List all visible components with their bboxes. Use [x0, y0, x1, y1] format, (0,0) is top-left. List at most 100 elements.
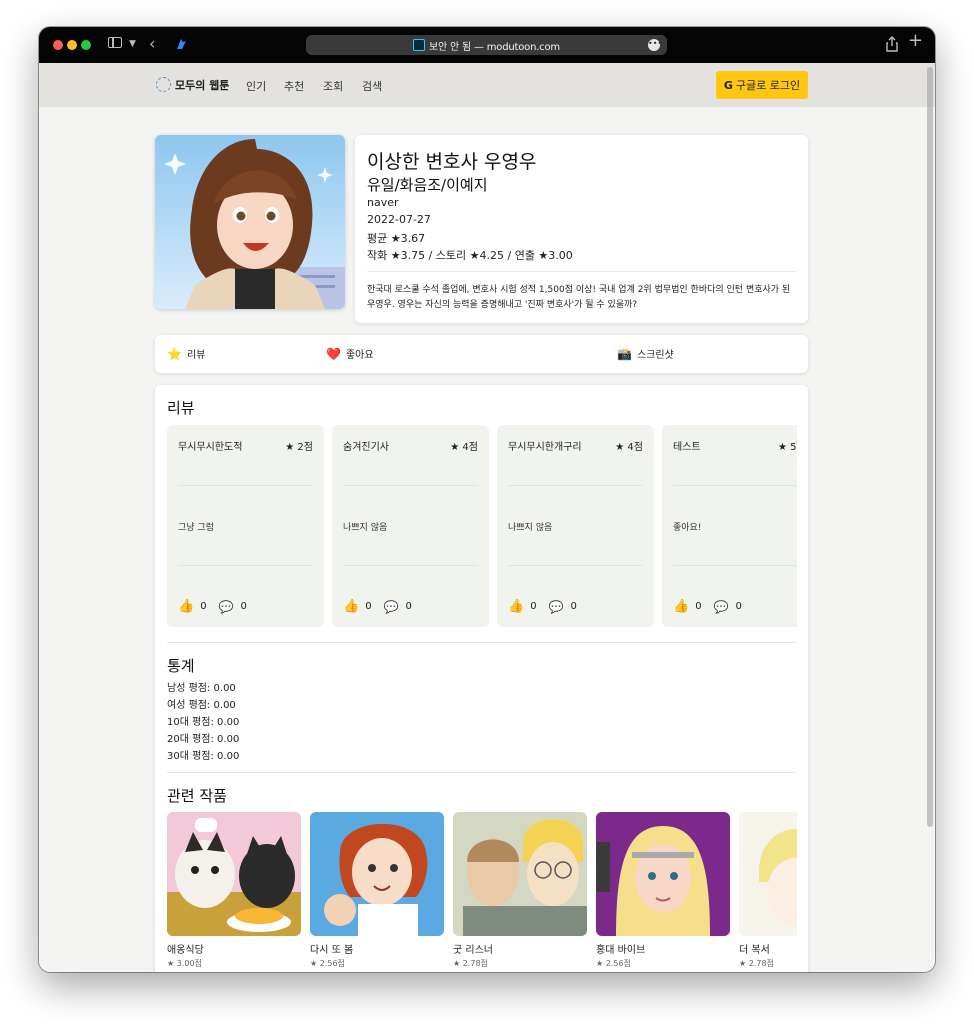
brand-link[interactable]: 모두의 웹툰 — [175, 77, 229, 93]
related-title: 애옹식당 — [167, 945, 204, 956]
review-nickname: 테스트 — [673, 442, 701, 453]
reviews-heading: 리뷰 — [167, 399, 195, 417]
webtoon-cover-image — [155, 135, 345, 309]
related-item[interactable]: 홍대 바이브 ★ 2.56점 — [596, 812, 730, 969]
review-score: ★ 2점 — [285, 442, 313, 453]
info-divider — [367, 271, 796, 272]
tab-screenshot[interactable]: 📸 스크린샷 — [617, 346, 674, 362]
thumbs-up-icon[interactable]: 👍 — [673, 599, 689, 614]
related-item[interactable]: 애옹식당 ★ 3.00점 — [167, 812, 301, 969]
related-thumbnail[interactable] — [453, 812, 587, 936]
nav-link-recommend[interactable]: 추천 — [284, 78, 304, 94]
star-icon: ⭐ — [167, 346, 182, 361]
stat-line: 10대 평점: 0.00 — [167, 717, 240, 728]
google-icon: G — [723, 78, 733, 92]
webtoon-platform: naver — [367, 196, 399, 209]
thumbs-up-icon[interactable]: 👍 — [508, 599, 524, 614]
related-thumbnail[interactable] — [596, 812, 730, 936]
tabs-bar: ⭐ 리뷰 ❤️ 좋아요 📸 스크린샷 — [155, 335, 808, 373]
stats-heading: 통계 — [167, 657, 195, 675]
page-menu-icon[interactable]: ••• — [648, 39, 662, 51]
google-login-button[interactable]: G 구글로 로그인 — [716, 71, 808, 99]
chevron-down-icon[interactable]: ▼ — [129, 36, 136, 52]
review-divider — [508, 485, 643, 486]
tab-like[interactable]: ❤️ 좋아요 — [326, 346, 374, 362]
comment-icon[interactable]: 💬 — [714, 600, 729, 614]
main-content-card: 리뷰 무시무시한도적 ★ 2점 그냥 그럼 👍 0 💬 0 숨겨진기사 ★ 4점… — [155, 385, 808, 972]
camera-icon: 📸 — [617, 346, 632, 361]
related-title: 다시 또 봄 — [310, 945, 354, 956]
related-item[interactable]: 굿 리스너 ★ 2.78점 — [453, 812, 587, 969]
close-window-button[interactable] — [53, 40, 63, 50]
related-item[interactable]: 다시 또 봄 ★ 2.56점 — [310, 812, 444, 969]
review-nickname: 숨겨진기사 — [343, 442, 389, 453]
minimize-window-button[interactable] — [67, 40, 77, 50]
related-thumbnail[interactable] — [310, 812, 444, 936]
review-like-count: 0 — [200, 601, 207, 612]
logo-icon[interactable] — [156, 77, 171, 92]
review-divider — [508, 565, 643, 566]
nav-link-views[interactable]: 조회 — [323, 78, 343, 94]
webtoon-title: 이상한 변호사 우영우 — [367, 151, 537, 173]
reviews-carousel[interactable]: 무시무시한도적 ★ 2점 그냥 그럼 👍 0 💬 0 숨겨진기사 ★ 4점 나쁘… — [167, 425, 797, 627]
related-thumbnail[interactable] — [167, 812, 301, 936]
tab-review-label: 리뷰 — [186, 350, 206, 361]
page-viewport: 모두의 웹툰 인기 추천 조회 검색 G 구글로 로그인 이상한 변호사 우영우… — [39, 63, 935, 972]
sidebar-icon[interactable] — [108, 37, 122, 48]
review-comment-count: 0 — [240, 601, 247, 612]
webtoon-info-card: 이상한 변호사 우영우 유일/화음조/이예지 naver 2022-07-27 … — [355, 135, 808, 323]
tab-screenshot-label: 스크린샷 — [636, 350, 674, 361]
address-bar[interactable]: 보안 안 됨 — modutoon.com ••• — [306, 35, 667, 55]
related-thumbnail[interactable] — [739, 812, 797, 936]
review-text: 나쁘지 않음 — [508, 523, 553, 533]
related-carousel[interactable]: 애옹식당 ★ 3.00점 다시 또 봄 ★ 2.56점 굿 리스너 ★ 2.78… — [167, 812, 797, 972]
review-comment-count: 0 — [570, 601, 577, 612]
comment-icon[interactable]: 💬 — [384, 600, 399, 614]
review-card[interactable]: 테스트 ★ 5점 좋아요! 👍 0 💬 0 — [662, 425, 797, 627]
review-card[interactable]: 숨겨진기사 ★ 4점 나쁘지 않음 👍 0 💬 0 — [332, 425, 489, 627]
review-actions: 👍 0 💬 0 — [343, 599, 412, 614]
review-nickname: 무시무시한개구리 — [508, 442, 582, 453]
comment-icon[interactable]: 💬 — [219, 600, 234, 614]
related-title: 더 복서 — [739, 945, 770, 956]
page-scrollbar[interactable] — [927, 67, 933, 827]
thumbs-up-icon[interactable]: 👍 — [343, 599, 359, 614]
webtoon-authors: 유일/화음조/이예지 — [367, 176, 488, 194]
tab-review[interactable]: ⭐ 리뷰 — [167, 346, 206, 362]
review-card[interactable]: 무시무시한도적 ★ 2점 그냥 그럼 👍 0 💬 0 — [167, 425, 324, 627]
related-rating: ★ 2.78점 — [453, 959, 488, 968]
tab-like-label: 좋아요 — [345, 350, 374, 361]
review-text: 좋아요! — [673, 523, 702, 533]
review-nickname: 무시무시한도적 — [178, 442, 243, 453]
thumbs-up-icon[interactable]: 👍 — [178, 599, 194, 614]
review-divider — [178, 485, 313, 486]
review-actions: 👍 0 💬 0 — [508, 599, 577, 614]
related-item[interactable]: 더 복서 ★ 2.78점 — [739, 812, 797, 969]
browser-titlebar: ▼ ‹ 보안 안 됨 — modutoon.com ••• + — [39, 27, 935, 63]
stat-line: 30대 평점: 0.00 — [167, 751, 240, 762]
review-actions: 👍 0 💬 0 — [178, 599, 247, 614]
review-like-count: 0 — [695, 601, 702, 612]
review-divider — [673, 485, 797, 486]
back-arrow-icon[interactable]: ‹ — [149, 36, 155, 52]
review-divider — [673, 565, 797, 566]
related-rating: ★ 3.00점 — [167, 959, 202, 968]
related-title: 굿 리스너 — [453, 945, 493, 956]
comment-icon[interactable]: 💬 — [549, 600, 564, 614]
new-tab-icon[interactable]: + — [908, 32, 923, 50]
nav-link-popular[interactable]: 인기 — [246, 78, 266, 94]
extension-icon[interactable] — [174, 37, 188, 51]
review-actions: 👍 0 💬 0 — [673, 599, 742, 614]
webtoon-description: 한국대 로스쿨 수석 졸업에, 변호사 시험 성적 1,500점 이상! 국내 … — [367, 285, 791, 310]
webtoon-date: 2022-07-27 — [367, 213, 431, 226]
review-divider — [178, 565, 313, 566]
review-score: ★ 5점 — [778, 442, 797, 453]
review-text: 그냥 그럼 — [178, 523, 214, 533]
share-icon[interactable] — [886, 36, 898, 52]
zoom-window-button[interactable] — [81, 40, 91, 50]
review-card[interactable]: 무시무시한개구리 ★ 4점 나쁘지 않음 👍 0 💬 0 — [497, 425, 654, 627]
review-score: ★ 4점 — [615, 442, 643, 453]
review-comment-count: 0 — [405, 601, 412, 612]
nav-link-search[interactable]: 검색 — [362, 78, 382, 94]
heart-icon: ❤️ — [326, 346, 341, 361]
